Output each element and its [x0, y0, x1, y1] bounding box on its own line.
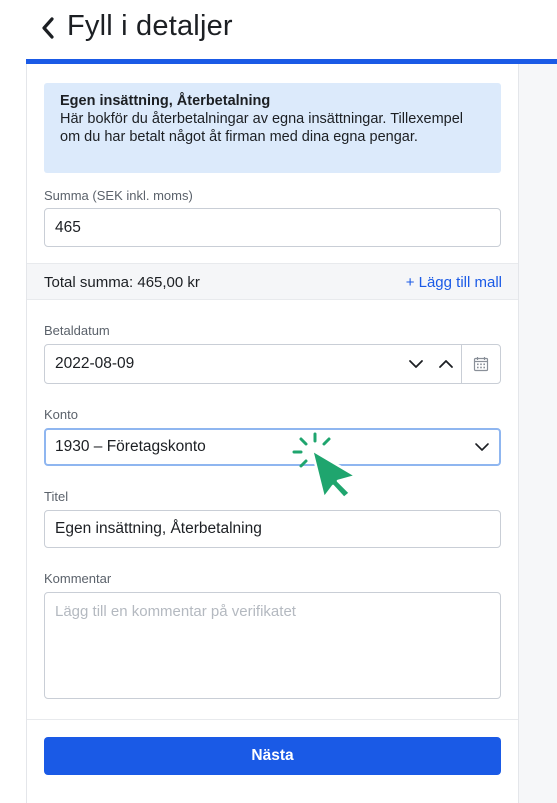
calendar-icon: [473, 357, 489, 372]
add-template-link[interactable]: + Lägg till mall: [406, 274, 502, 291]
date-stepper: [408, 345, 454, 383]
comment-label: Kommentar: [44, 571, 112, 586]
payment-date-value: 2022-08-09: [55, 355, 135, 372]
title-value: Egen insättning, Återbetalning: [55, 520, 262, 537]
total-strip: Total summa: 465,00 kr + Lägg till mall: [27, 263, 518, 300]
account-label: Konto: [44, 407, 78, 422]
calendar-button[interactable]: [462, 345, 500, 383]
chevron-left-icon: [42, 17, 54, 39]
chevron-down-icon: [475, 443, 489, 451]
header: Fyll i detaljer: [0, 0, 557, 60]
info-box: Egen insättning, Återbetalning Här bokfö…: [44, 83, 501, 173]
info-title: Egen insättning, Återbetalning: [60, 93, 271, 109]
account-select[interactable]: 1930 – Företagskonto: [44, 428, 501, 466]
title-label: Titel: [44, 489, 69, 504]
click-cursor-icon: [292, 432, 358, 500]
account-value: 1930 – Företagskonto: [55, 438, 206, 455]
payment-date-label: Betaldatum: [44, 323, 110, 338]
comment-textarea[interactable]: [44, 592, 501, 699]
page-title: Fyll i detaljer: [67, 10, 233, 42]
amount-label: Summa (SEK inkl. moms): [44, 188, 193, 203]
info-description: Här bokför du återbetalningar av egna in…: [60, 111, 464, 145]
back-button[interactable]: [36, 14, 60, 42]
amount-value: 465: [55, 218, 81, 236]
amount-input[interactable]: 465: [44, 208, 501, 247]
title-input[interactable]: Egen insättning, Återbetalning: [44, 510, 501, 548]
footer-divider: [27, 719, 518, 720]
total-sum: Total summa: 465,00 kr: [44, 274, 200, 291]
next-button[interactable]: Nästa: [44, 737, 501, 775]
side-area: [519, 64, 557, 803]
chevron-down-icon[interactable]: [408, 359, 424, 369]
chevron-up-icon[interactable]: [438, 359, 454, 369]
payment-date-input[interactable]: 2022-08-09: [44, 344, 501, 384]
